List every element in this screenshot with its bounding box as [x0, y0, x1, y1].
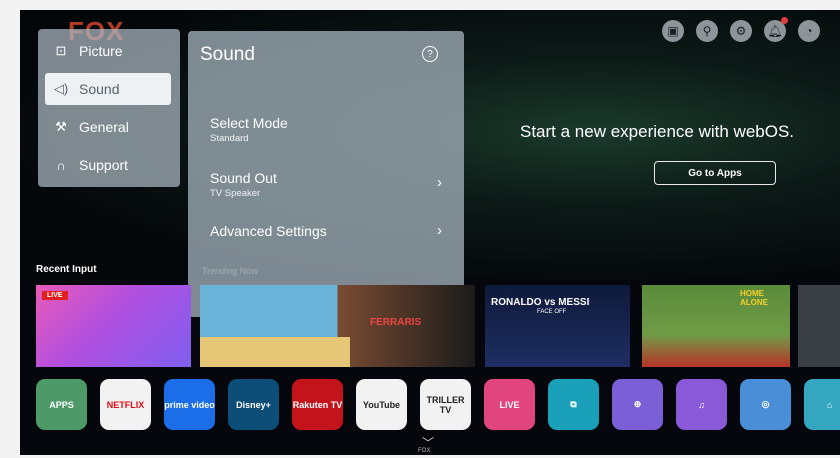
- app-label: prime video: [164, 399, 215, 410]
- app-label: NETFLIX: [106, 399, 145, 410]
- app-tile-rakuten[interactable]: Rakuten TV: [292, 379, 343, 430]
- settings-icon[interactable]: ⚙: [730, 20, 752, 42]
- app-tile-youtube[interactable]: YouTube: [356, 379, 407, 430]
- help-icon[interactable]: ?: [422, 46, 438, 62]
- app-tile-apps[interactable]: APPS: [36, 379, 87, 430]
- notifications-icon[interactable]: 🔔︎: [764, 17, 788, 42]
- select-mode-option[interactable]: Select Mode Standard: [210, 115, 442, 144]
- settings-sidebar: ⊡ Picture ◁) Sound ⚒ General ∩ Support: [38, 29, 180, 187]
- app-tile-netflix[interactable]: NETFLIX: [100, 379, 151, 430]
- app-label: LIVE: [499, 399, 520, 410]
- tv-screen: FOX ▣ ⚲ ⚙ 🔔︎ ◔ Start a new experience wi…: [20, 10, 840, 455]
- recent-card-ronaldo-messi[interactable]: RONALDO vs MESSI FACE OFF: [485, 285, 630, 367]
- beach-scene: [200, 337, 350, 367]
- notification-badge: [781, 17, 788, 24]
- advanced-settings-option[interactable]: Advanced Settings ›: [210, 222, 442, 239]
- sidebar-item-label: General: [79, 119, 129, 135]
- picture-icon: ⊡: [55, 43, 67, 58]
- app-label: ⌂: [826, 399, 833, 410]
- recent-input-label: Recent Input: [36, 264, 97, 275]
- app-label: YouTube: [362, 399, 401, 410]
- search-icon[interactable]: ⚲: [696, 20, 718, 42]
- live-badge: LIVE: [42, 291, 68, 300]
- app-label: ♫: [698, 399, 705, 410]
- app-label: ◎: [761, 399, 770, 409]
- card-title: FERRARIS: [370, 317, 422, 328]
- footer-brand: FOX: [418, 448, 431, 454]
- option-value: TV Speaker: [210, 188, 261, 199]
- app-tile-prime-video[interactable]: prime video: [164, 379, 215, 430]
- card-title: RONALDO vs MESSI: [491, 297, 590, 308]
- app-tile-triller[interactable]: TRILLER TV: [420, 379, 471, 430]
- sidebar-item-sound[interactable]: ◁) Sound: [45, 73, 171, 105]
- go-to-apps-button[interactable]: Go to Apps: [654, 161, 776, 185]
- sidebar-item-label: Sound: [79, 81, 120, 97]
- app-label: Rakuten TV: [292, 399, 343, 410]
- card-subtitle: FACE OFF: [537, 309, 567, 315]
- app-tile-screen-share[interactable]: ⧉: [548, 379, 599, 430]
- input-icon[interactable]: ▣: [662, 20, 684, 42]
- sidebar-item-label: Picture: [79, 43, 123, 59]
- app-tile-music[interactable]: ♫: [676, 379, 727, 430]
- option-label: Select Mode: [210, 115, 288, 131]
- wrench-icon: ⚒: [55, 119, 67, 134]
- sound-out-option[interactable]: Sound Out TV Speaker ›: [210, 170, 442, 199]
- recent-card-cartoon[interactable]: FERRARIS: [200, 285, 475, 367]
- chevron-right-icon: ›: [437, 174, 442, 191]
- sidebar-item-general[interactable]: ⚒ General: [45, 111, 171, 143]
- sidebar-item-support[interactable]: ∩ Support: [45, 149, 171, 181]
- top-icon-bar: ▣ ⚲ ⚙ 🔔︎ ◔: [662, 17, 820, 42]
- card-title: HOME ALONE: [740, 289, 768, 307]
- sidebar-item-picture[interactable]: ⊡ Picture: [45, 35, 171, 67]
- recent-card-home-alone[interactable]: HOME ALONE: [642, 285, 790, 367]
- app-tile-live-tv[interactable]: LIVE: [484, 379, 535, 430]
- faded-section-label: Trending Now: [202, 266, 258, 276]
- chevron-right-icon: ›: [437, 222, 442, 239]
- app-tile-home-hub[interactable]: ◎: [740, 379, 791, 430]
- panel-title: Sound: [200, 44, 255, 65]
- recent-card-live[interactable]: LIVE: [36, 285, 191, 367]
- recent-card-partial[interactable]: [798, 285, 840, 367]
- sound-settings-panel: Sound ? Select Mode Standard Sound Out T…: [188, 31, 464, 317]
- sidebar-item-label: Support: [79, 157, 129, 173]
- promo-text: Start a new experience with webOS.: [520, 122, 795, 141]
- account-icon[interactable]: ◔: [798, 20, 820, 42]
- option-value: Standard: [210, 133, 249, 144]
- app-tile-game[interactable]: ⊕: [612, 379, 663, 430]
- app-tile-disney-plus[interactable]: Disney+: [228, 379, 279, 430]
- app-label: APPS: [49, 399, 74, 410]
- app-label: ⧉: [570, 399, 577, 409]
- app-label: ⊕: [633, 399, 642, 409]
- app-bar: APPS NETFLIX prime video Disney+ Rakuten TV Y…: [36, 379, 840, 430]
- speaker-icon: ◁): [53, 81, 69, 96]
- option-label: Sound Out: [210, 170, 277, 186]
- app-label: Disney+: [236, 399, 271, 410]
- app-label: TRILLER TV: [426, 394, 465, 415]
- option-label: Advanced Settings: [210, 223, 327, 239]
- app-tile-education[interactable]: ⌂: [804, 379, 840, 430]
- headset-icon: ∩: [56, 157, 66, 173]
